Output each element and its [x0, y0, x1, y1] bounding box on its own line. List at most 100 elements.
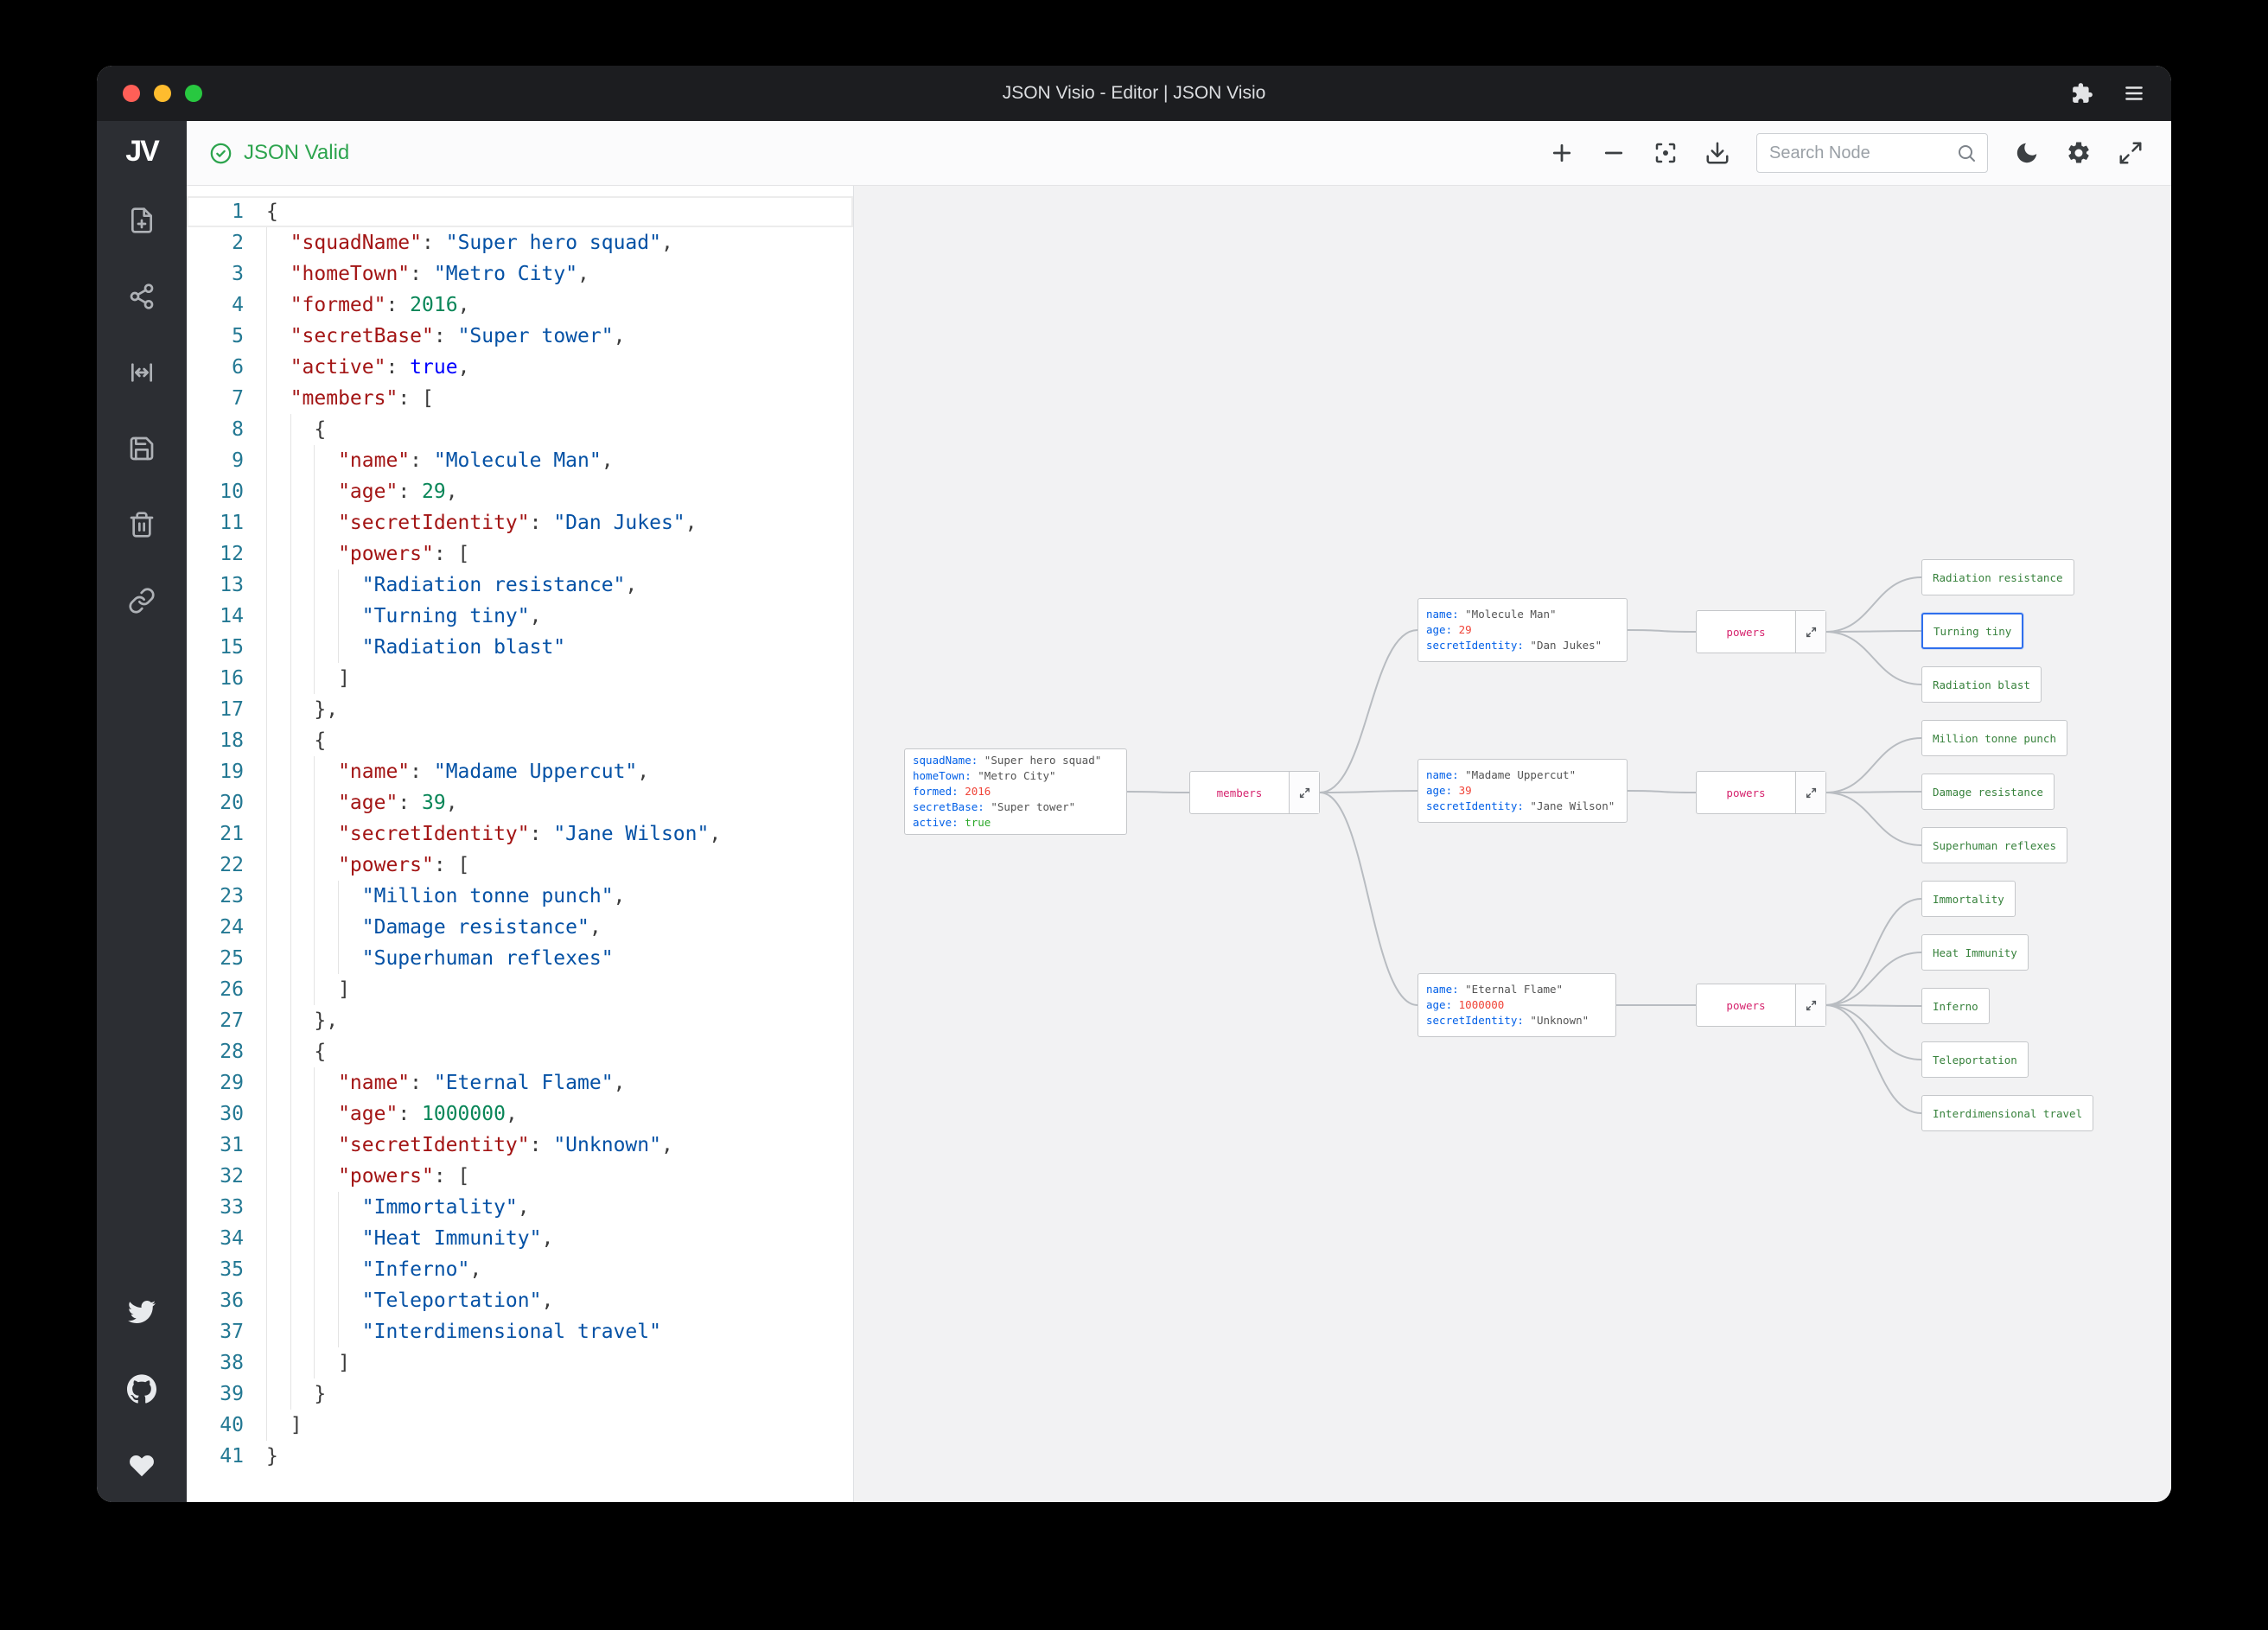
editor-line[interactable]: 32 "powers": [ [187, 1161, 853, 1192]
line-number[interactable]: 2 [187, 227, 244, 258]
graph-node-leaf-immortality[interactable]: Immortality [1921, 881, 2016, 917]
graph-node-powers-1[interactable]: powers [1696, 610, 1826, 653]
line-number[interactable]: 24 [187, 912, 244, 943]
fullscreen-icon[interactable] [2118, 140, 2144, 166]
graph-node-member-3[interactable]: name: "Eternal Flame" age: 1000000 secretI… [1418, 973, 1616, 1037]
line-number[interactable]: 23 [187, 881, 244, 912]
line-number[interactable]: 21 [187, 818, 244, 850]
line-number[interactable]: 18 [187, 725, 244, 756]
line-number[interactable]: 19 [187, 756, 244, 787]
twitter-icon[interactable] [128, 1298, 156, 1326]
editor-line[interactable]: 6 "active": true, [187, 352, 853, 383]
line-number[interactable]: 1 [187, 196, 244, 227]
editor-line[interactable]: 11 "secretIdentity": "Dan Jukes", [187, 507, 853, 538]
editor-line[interactable]: 10 "age": 29, [187, 476, 853, 507]
search-icon[interactable] [1956, 143, 1977, 163]
line-number[interactable]: 10 [187, 476, 244, 507]
app-logo[interactable]: JV [125, 135, 160, 169]
editor-line[interactable]: 30 "age": 1000000, [187, 1098, 853, 1130]
line-number[interactable]: 17 [187, 694, 244, 725]
center-focus-icon[interactable] [1653, 140, 1679, 166]
editor-line[interactable]: 22 "powers": [ [187, 850, 853, 881]
extensions-puzzle-icon[interactable] [2071, 82, 2093, 105]
line-number[interactable]: 31 [187, 1130, 244, 1161]
close-button[interactable] [123, 85, 140, 102]
fit-width-icon[interactable] [128, 359, 156, 386]
graph-node-leaf-turning-tiny[interactable]: Turning tiny [1921, 613, 2024, 649]
collapse-node-button[interactable] [1795, 984, 1825, 1026]
collapse-node-button[interactable] [1289, 772, 1319, 813]
line-number[interactable]: 25 [187, 943, 244, 974]
line-number[interactable]: 6 [187, 352, 244, 383]
line-number[interactable]: 14 [187, 601, 244, 632]
editor-line[interactable]: 8{ [187, 414, 853, 445]
clear-json-trash-icon[interactable] [128, 511, 156, 538]
line-number[interactable]: 41 [187, 1441, 244, 1472]
graph-node-members[interactable]: members [1189, 771, 1320, 814]
line-number[interactable]: 8 [187, 414, 244, 445]
editor-line[interactable]: 14 "Turning tiny", [187, 601, 853, 632]
line-number[interactable]: 40 [187, 1410, 244, 1441]
editor-line[interactable]: 36 "Teleportation", [187, 1285, 853, 1316]
line-number[interactable]: 9 [187, 445, 244, 476]
line-number[interactable]: 34 [187, 1223, 244, 1254]
minimize-button[interactable] [154, 85, 171, 102]
editor-line[interactable]: 18 { [187, 725, 853, 756]
editor-line[interactable]: 17}, [187, 694, 853, 725]
menu-hamburger-icon[interactable] [2123, 82, 2145, 105]
editor-line[interactable]: 7 "members": [ [187, 383, 853, 414]
graph-node-leaf-superhuman-reflexes[interactable]: Superhuman reflexes [1921, 827, 2067, 863]
collapse-node-button[interactable] [1795, 772, 1825, 813]
editor-line[interactable]: 13 "Radiation resistance", [187, 570, 853, 601]
zoom-out-icon[interactable] [1601, 140, 1627, 166]
editor-line[interactable]: 38] [187, 1347, 853, 1378]
editor-line[interactable]: 5 "secretBase": "Super tower", [187, 321, 853, 352]
line-number[interactable]: 13 [187, 570, 244, 601]
new-json-icon[interactable] [128, 207, 156, 234]
editor-line[interactable]: 3 "homeTown": "Metro City", [187, 258, 853, 290]
line-number[interactable]: 4 [187, 290, 244, 321]
json-code-editor[interactable]: 1{2 "squadName": "Super hero squad", 3 "hom… [187, 186, 854, 1502]
line-number[interactable]: 5 [187, 321, 244, 352]
graph-node-powers-3[interactable]: powers [1696, 984, 1826, 1027]
graph-node-member-2[interactable]: name: "Madame Uppercut" age: 39 secretIden… [1418, 759, 1628, 823]
editor-line[interactable]: 25 "Superhuman reflexes" [187, 943, 853, 974]
editor-line[interactable]: 2 "squadName": "Super hero squad", [187, 227, 853, 258]
editor-line[interactable]: 26] [187, 974, 853, 1005]
graph-node-leaf-heat-immunity[interactable]: Heat Immunity [1921, 934, 2029, 971]
line-number[interactable]: 26 [187, 974, 244, 1005]
sponsor-heart-icon[interactable] [128, 1452, 156, 1480]
editor-line[interactable]: 9 "name": "Molecule Man", [187, 445, 853, 476]
editor-line[interactable]: 24 "Damage resistance", [187, 912, 853, 943]
editor-line[interactable]: 4 "formed": 2016, [187, 290, 853, 321]
collapse-node-button[interactable] [1795, 611, 1825, 653]
line-number[interactable]: 16 [187, 663, 244, 694]
line-number[interactable]: 38 [187, 1347, 244, 1378]
dark-mode-moon-icon[interactable] [2014, 140, 2040, 166]
graph-node-leaf-million-tonne-punch[interactable]: Million tonne punch [1921, 720, 2067, 756]
editor-line[interactable]: 29 "name": "Eternal Flame", [187, 1067, 853, 1098]
line-number[interactable]: 35 [187, 1254, 244, 1285]
editor-line[interactable]: 39} [187, 1378, 853, 1410]
zoom-in-icon[interactable] [1549, 140, 1575, 166]
editor-line[interactable]: 19 "name": "Madame Uppercut", [187, 756, 853, 787]
graph-node-leaf-damage-resistance[interactable]: Damage resistance [1921, 774, 2055, 810]
search-node-input[interactable] [1768, 142, 1949, 164]
editor-line[interactable]: 35 "Inferno", [187, 1254, 853, 1285]
editor-line[interactable]: 31 "secretIdentity": "Unknown", [187, 1130, 853, 1161]
line-number[interactable]: 22 [187, 850, 244, 881]
editor-line[interactable]: 16] [187, 663, 853, 694]
github-icon[interactable] [127, 1374, 156, 1404]
editor-line[interactable]: 1{ [187, 196, 853, 227]
editor-line[interactable]: 21 "secretIdentity": "Jane Wilson", [187, 818, 853, 850]
line-number[interactable]: 37 [187, 1316, 244, 1347]
graph-node-leaf-interdimensional-travel[interactable]: Interdimensional travel [1921, 1095, 2094, 1131]
editor-line[interactable]: 40] [187, 1410, 853, 1441]
line-number[interactable]: 39 [187, 1378, 244, 1410]
editor-line[interactable]: 12 "powers": [ [187, 538, 853, 570]
line-number[interactable]: 28 [187, 1036, 244, 1067]
editor-line[interactable]: 34 "Heat Immunity", [187, 1223, 853, 1254]
zoom-button[interactable] [185, 85, 202, 102]
editor-line[interactable]: 27}, [187, 1005, 853, 1036]
line-number[interactable]: 20 [187, 787, 244, 818]
